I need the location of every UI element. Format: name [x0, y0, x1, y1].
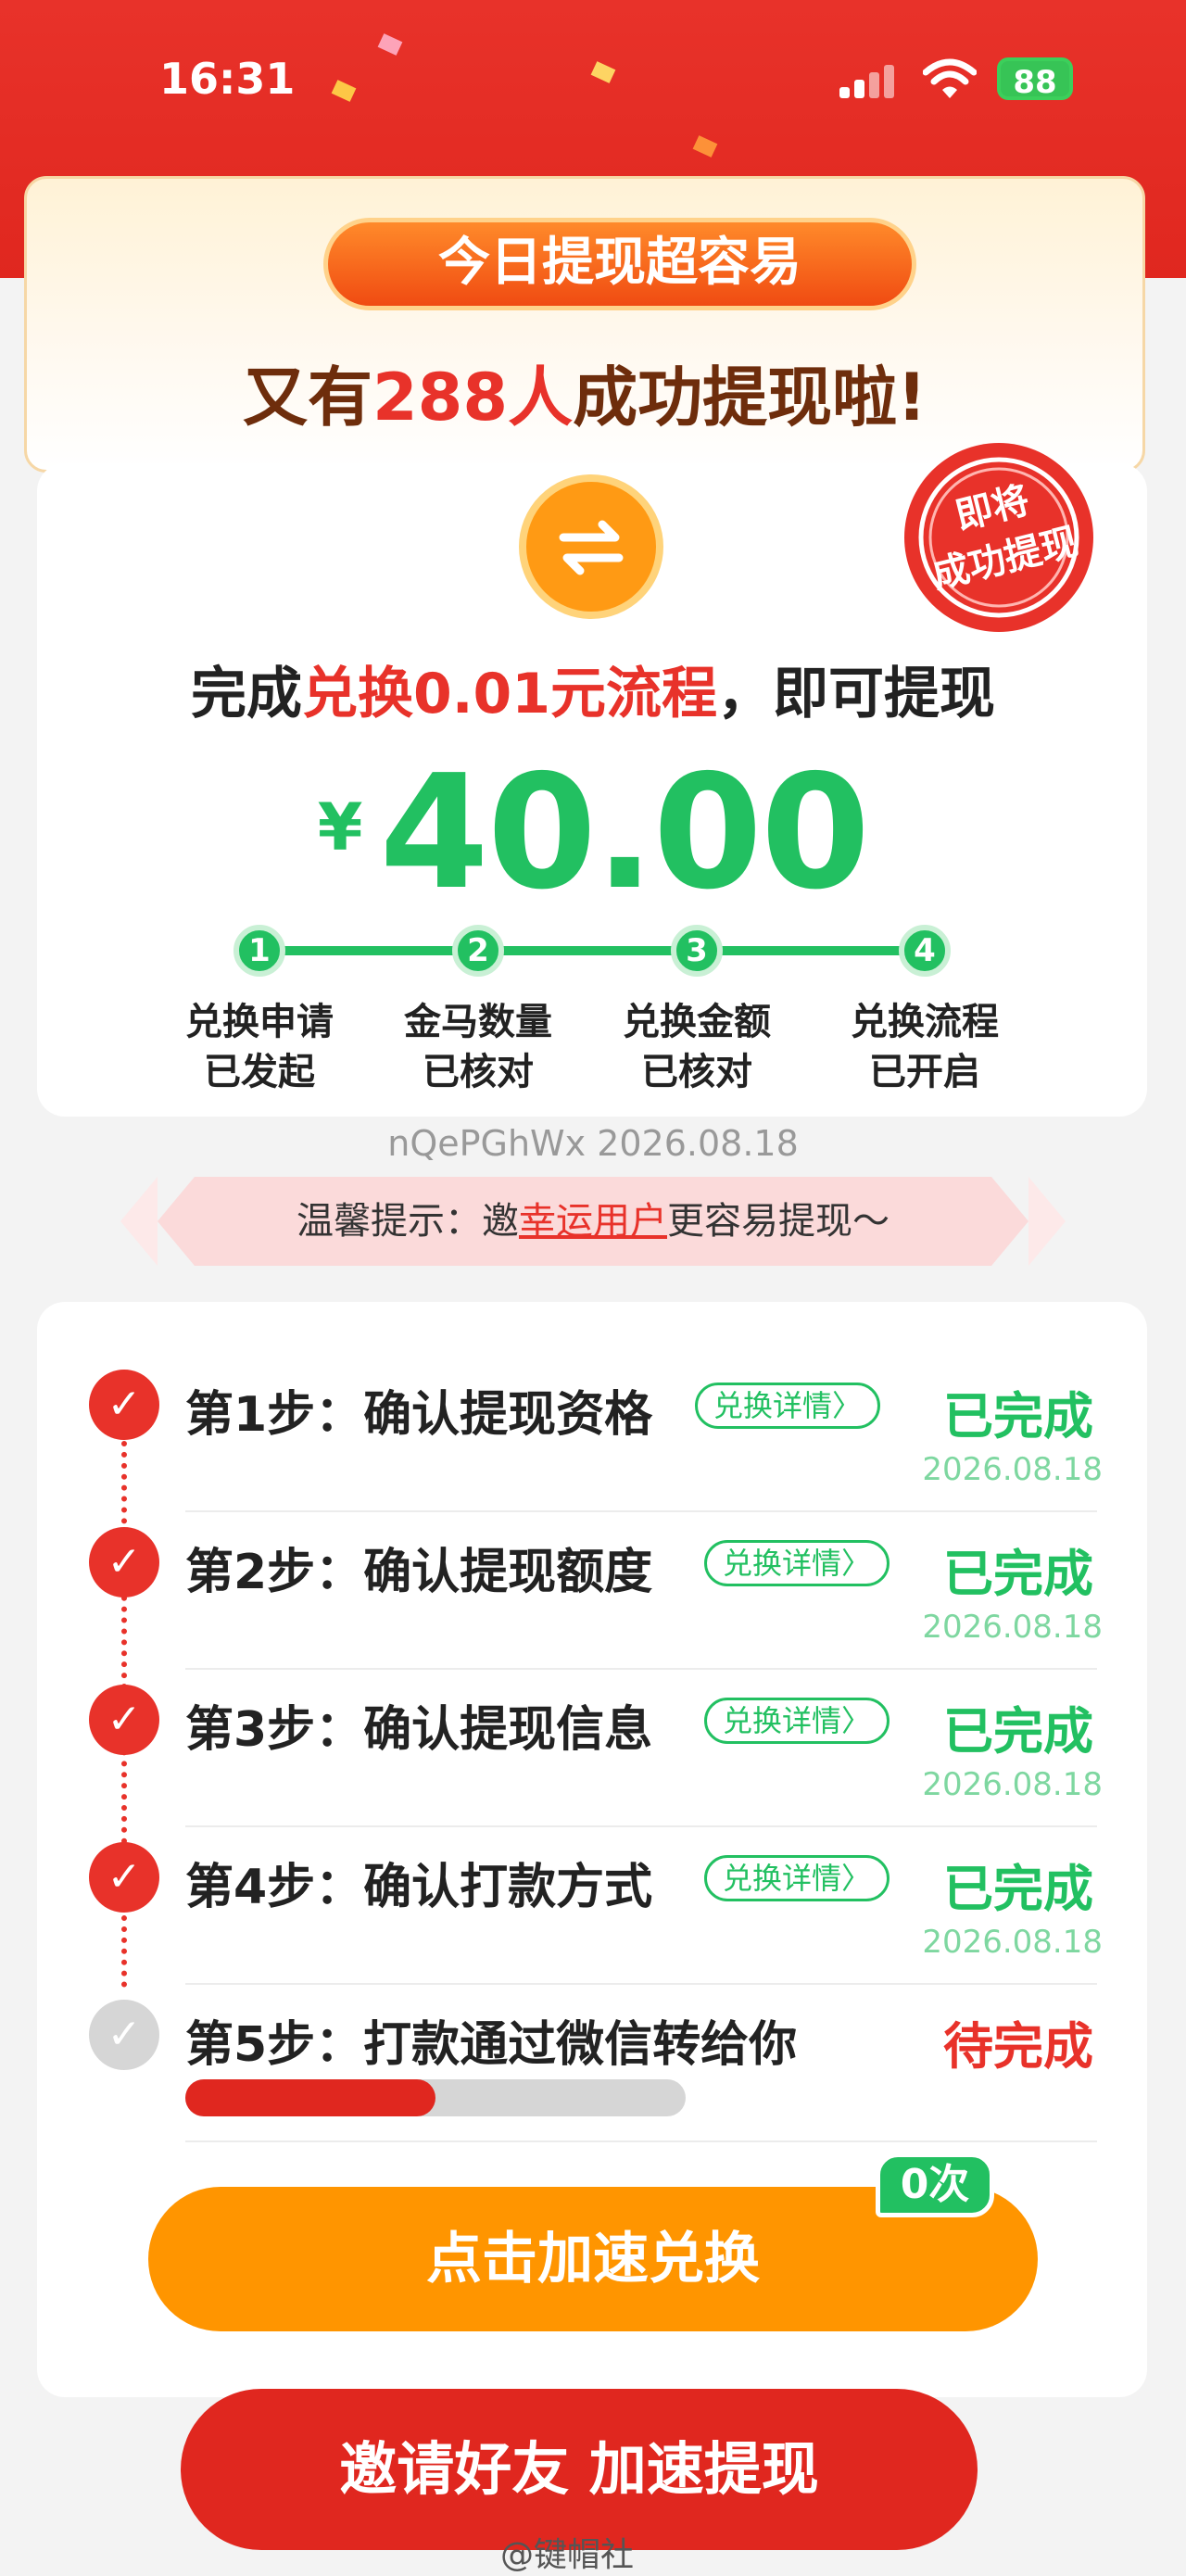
step-status-3: 已完成	[943, 1702, 1093, 1761]
exchange-icon	[519, 474, 663, 619]
success-banner: 今日提现超容易 又有288人成功提现啦!	[24, 176, 1145, 473]
tip-banner[interactable]: 温馨提示：邀幸运用户更容易提现～	[120, 1177, 1066, 1266]
tip-text: 温馨提示：邀幸运用户更容易提现～	[120, 1177, 1066, 1266]
status-time: 16:31	[159, 54, 296, 104]
banner-title: 今日提现超容易	[323, 218, 916, 310]
order-code: nQePGhWx 2026.08.18	[387, 1123, 799, 1164]
step-date-1: 2026.08.18	[922, 1451, 1103, 1488]
step-title-3: 第3步：确认提现信息	[185, 1702, 653, 1758]
banner-count: 288人	[372, 360, 574, 436]
headline-suffix: ，即可提现	[717, 662, 996, 726]
step-detail-button-2[interactable]: 兑换详情〉	[704, 1540, 890, 1586]
step-label-2-line2: 已核对	[423, 1051, 534, 1093]
step-title-1: 第1步：确认提现资格	[185, 1387, 653, 1443]
banner-subtitle: 又有288人成功提现啦!	[27, 346, 1142, 439]
headline: 完成兑换0.01元流程，即可提现	[0, 649, 1186, 729]
tip-suffix: 更容易提现～	[667, 1200, 890, 1243]
payout-progress-fill	[185, 2079, 435, 2116]
step-dot-1: 1	[233, 925, 285, 977]
step-label-3-line1: 兑换金额	[623, 1001, 771, 1043]
step-title-4: 第4步：确认打款方式	[185, 1860, 653, 1915]
tip-prefix: 温馨提示：邀	[296, 1200, 519, 1243]
step-label-1: 兑换申请 已发起	[158, 997, 361, 1097]
divider	[185, 1983, 1097, 1985]
currency-symbol: ¥	[317, 789, 363, 865]
signal-icon	[839, 65, 899, 98]
step-date-3: 2026.08.18	[922, 1766, 1103, 1803]
divider	[185, 2140, 1097, 2142]
battery-indicator: 88	[997, 57, 1073, 101]
step-label-1-line2: 已发起	[204, 1051, 315, 1093]
step-label-3-line2: 已核对	[641, 1051, 752, 1093]
step-title-2: 第2步：确认提现额度	[185, 1545, 653, 1600]
tip-link[interactable]: 幸运用户	[519, 1200, 667, 1243]
progress-track	[259, 946, 927, 955]
step-date-2: 2026.08.18	[922, 1609, 1103, 1646]
step-label-1-line1: 兑换申请	[185, 1001, 334, 1043]
step-status-2: 已完成	[943, 1545, 1093, 1603]
step-title-5: 第5步：打款通过微信转给你	[185, 2017, 798, 2073]
divider	[185, 1825, 1097, 1827]
seal-stamp: 即将 成功提现	[851, 436, 1129, 658]
wifi-icon	[923, 58, 977, 98]
banner-sub-prefix: 又有	[242, 360, 372, 436]
check-icon: ✓	[89, 1370, 159, 1440]
step-detail-button-4[interactable]: 兑换详情〉	[704, 1855, 890, 1901]
step-label-3: 兑换金额 已核对	[595, 997, 799, 1097]
step-detail-button-1[interactable]: 兑换详情〉	[695, 1383, 880, 1429]
divider	[185, 1668, 1097, 1670]
step-label-4-line1: 兑换流程	[851, 1001, 999, 1043]
amount-value: 40.00	[379, 741, 870, 925]
watermark: @键帽社	[500, 2536, 635, 2574]
step-dot-4: 4	[899, 925, 951, 977]
invite-friends-button[interactable]: 邀请好友 加速提现	[181, 2389, 978, 2550]
status-bar: 16:31 88	[0, 0, 1186, 158]
step-date-4: 2026.08.18	[922, 1924, 1103, 1961]
step-dot-2: 2	[452, 925, 504, 977]
pending-check-icon: ✓	[89, 2000, 159, 2070]
check-icon: ✓	[89, 1842, 159, 1913]
step-label-2-line1: 金马数量	[404, 1001, 552, 1043]
step-detail-button-3[interactable]: 兑换详情〉	[704, 1698, 890, 1744]
step-label-2: 金马数量 已核对	[376, 997, 580, 1097]
check-icon: ✓	[89, 1685, 159, 1755]
step-label-4-line2: 已开启	[869, 1051, 980, 1093]
headline-highlight: 兑换0.01元流程	[301, 662, 718, 726]
step-label-4: 兑换流程 已开启	[823, 997, 1027, 1097]
banner-sub-suffix: 成功提现啦!	[573, 360, 927, 436]
withdraw-amount: ¥40.00	[0, 741, 1186, 925]
step-status-4: 已完成	[943, 1860, 1093, 1918]
step-dot-3: 3	[671, 925, 723, 977]
check-icon: ✓	[89, 1527, 159, 1597]
step-status-1: 已完成	[943, 1387, 1093, 1446]
headline-prefix: 完成	[190, 662, 302, 726]
divider	[185, 1510, 1097, 1512]
step-status-5: 待完成	[943, 2017, 1093, 2076]
attempts-badge: 0次	[876, 2153, 994, 2217]
